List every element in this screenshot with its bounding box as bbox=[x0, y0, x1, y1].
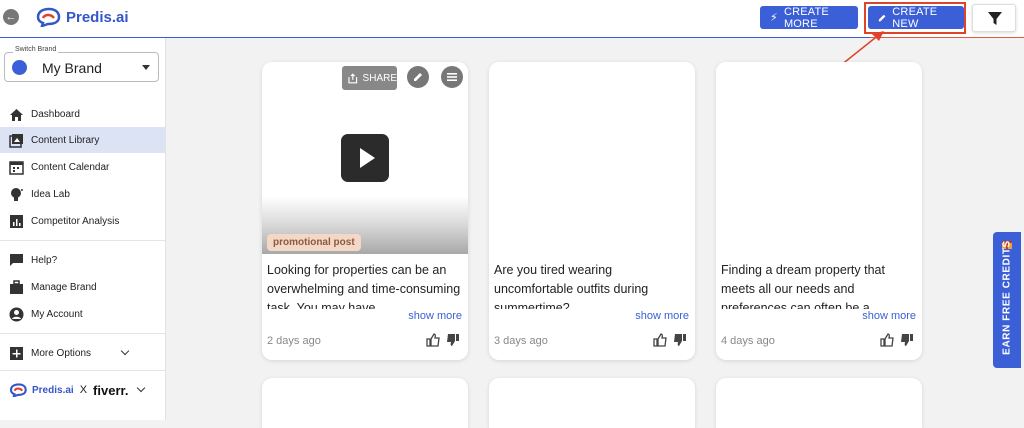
bolt-icon: ⚡︎ bbox=[770, 12, 778, 24]
sidebar-item-manage-brand[interactable]: Manage Brand bbox=[0, 274, 165, 300]
feedback-buttons bbox=[653, 333, 687, 347]
feedback-buttons bbox=[880, 333, 914, 347]
briefcase-icon bbox=[10, 279, 23, 294]
card-caption: Finding a dream property that meets all … bbox=[721, 263, 885, 309]
calendar-icon bbox=[9, 160, 24, 175]
feedback-buttons bbox=[426, 333, 460, 347]
content-card[interactable]: Are you tired wearing uncomfortable outf… bbox=[489, 62, 695, 360]
plus-box-icon bbox=[10, 346, 23, 360]
sidebar-item-label: More Options bbox=[31, 347, 92, 359]
content-card[interactable] bbox=[489, 378, 695, 428]
content-card[interactable] bbox=[262, 378, 468, 428]
sidebar-item-more-options[interactable]: More Options bbox=[0, 340, 165, 366]
earn-free-credits-label: EARN FREE CREDITS bbox=[1001, 240, 1013, 355]
logo-text: Predis.ai bbox=[66, 8, 129, 26]
show-more-link[interactable]: show more bbox=[404, 310, 462, 322]
sidebar-item-label: Competitor Analysis bbox=[31, 215, 120, 227]
card-caption: Are you tired wearing uncomfortable outf… bbox=[494, 263, 649, 309]
caret-down-icon bbox=[142, 65, 150, 70]
fiverr-logo-text: fiverr. bbox=[93, 382, 129, 398]
sidebar-item-label: My Account bbox=[31, 308, 83, 320]
content-card[interactable]: SHARE promotional post Looking for prope… bbox=[262, 62, 468, 360]
thumbs-down-icon[interactable] bbox=[673, 333, 687, 347]
home-icon bbox=[10, 108, 23, 121]
chevron-down-icon bbox=[137, 383, 146, 393]
predis-small-logo-icon bbox=[9, 383, 27, 397]
sidebar-item-competitor-analysis[interactable]: Competitor Analysis bbox=[0, 208, 165, 234]
chevron-down-icon bbox=[120, 346, 130, 356]
sidebar: Switch Brand My Brand Dashboard Content … bbox=[0, 38, 166, 420]
content-card[interactable] bbox=[716, 378, 922, 428]
brand-switcher[interactable]: Switch Brand My Brand bbox=[4, 46, 159, 82]
thumbs-down-icon[interactable] bbox=[446, 333, 460, 347]
predis-logo-icon bbox=[36, 7, 61, 27]
analytics-icon bbox=[10, 214, 23, 228]
thumbs-down-icon[interactable] bbox=[900, 333, 914, 347]
lightbulb-icon bbox=[11, 187, 23, 201]
chat-icon bbox=[10, 253, 23, 266]
card-timestamp: 3 days ago bbox=[494, 335, 548, 347]
sidebar-item-label: Manage Brand bbox=[31, 281, 97, 293]
create-more-label: CREATE MORE bbox=[783, 5, 829, 30]
pencil-icon bbox=[414, 73, 422, 81]
brand-switcher-legend: Switch Brand bbox=[13, 46, 59, 53]
sidebar-item-my-account[interactable]: My Account bbox=[0, 301, 165, 327]
sidebar-divider bbox=[0, 240, 165, 241]
footer-x-text: X bbox=[79, 384, 88, 396]
play-icon[interactable] bbox=[341, 134, 389, 182]
sidebar-item-label: Help? bbox=[31, 254, 58, 266]
sidebar-item-label: Content Library bbox=[31, 134, 100, 146]
share-button[interactable]: SHARE bbox=[342, 66, 397, 90]
user-icon bbox=[12, 60, 27, 75]
filter-icon bbox=[988, 12, 1002, 25]
card-image-preview[interactable] bbox=[716, 62, 922, 254]
thumbs-up-icon[interactable] bbox=[653, 333, 667, 347]
sidebar-divider bbox=[0, 333, 165, 334]
thumbs-up-icon[interactable] bbox=[880, 333, 894, 347]
post-type-tag: promotional post bbox=[267, 234, 361, 251]
card-video-preview[interactable]: SHARE promotional post bbox=[262, 62, 468, 254]
predis-logo[interactable]: Predis.ai bbox=[34, 7, 129, 27]
share-label: SHARE bbox=[362, 72, 397, 84]
sidebar-item-label: Dashboard bbox=[31, 108, 80, 120]
sidebar-divider bbox=[0, 370, 165, 371]
show-more-link[interactable]: show more bbox=[631, 310, 689, 322]
sidebar-item-idea-lab[interactable]: Idea Lab bbox=[0, 181, 165, 207]
thumbs-up-icon[interactable] bbox=[426, 333, 440, 347]
edit-button[interactable] bbox=[407, 66, 429, 88]
create-more-button[interactable]: ⚡︎ CREATE MORE bbox=[760, 5, 858, 30]
card-image-preview[interactable] bbox=[489, 62, 695, 254]
content-card[interactable]: Finding a dream property that meets all … bbox=[716, 62, 922, 360]
back-arrow-icon[interactable]: ← bbox=[3, 9, 19, 25]
library-icon bbox=[9, 133, 23, 148]
sidebar-item-help[interactable]: Help? bbox=[0, 247, 165, 273]
earn-free-credits-tab[interactable]: EARN FREE CREDITS bbox=[993, 232, 1021, 368]
card-timestamp: 4 days ago bbox=[721, 335, 775, 347]
sidebar-item-dashboard[interactable]: Dashboard bbox=[0, 101, 165, 127]
menu-icon bbox=[447, 73, 457, 81]
sidebar-item-label: Idea Lab bbox=[31, 188, 70, 200]
filter-button[interactable] bbox=[972, 4, 1016, 32]
brand-name: My Brand bbox=[42, 60, 102, 76]
sidebar-item-content-library[interactable]: Content Library bbox=[0, 127, 165, 153]
menu-button[interactable] bbox=[441, 66, 463, 88]
card-timestamp: 2 days ago bbox=[267, 335, 321, 347]
account-icon bbox=[9, 307, 24, 321]
footer-predis-text: Predis.ai bbox=[32, 384, 74, 396]
sidebar-item-label: Content Calendar bbox=[31, 161, 110, 173]
card-caption: Looking for properties can be an overwhe… bbox=[267, 263, 461, 309]
share-icon bbox=[348, 72, 358, 83]
show-more-link[interactable]: show more bbox=[858, 310, 916, 322]
partner-footer[interactable]: Predis.ai X fiverr. bbox=[8, 380, 158, 400]
sidebar-item-content-calendar[interactable]: Content Calendar bbox=[0, 154, 165, 180]
